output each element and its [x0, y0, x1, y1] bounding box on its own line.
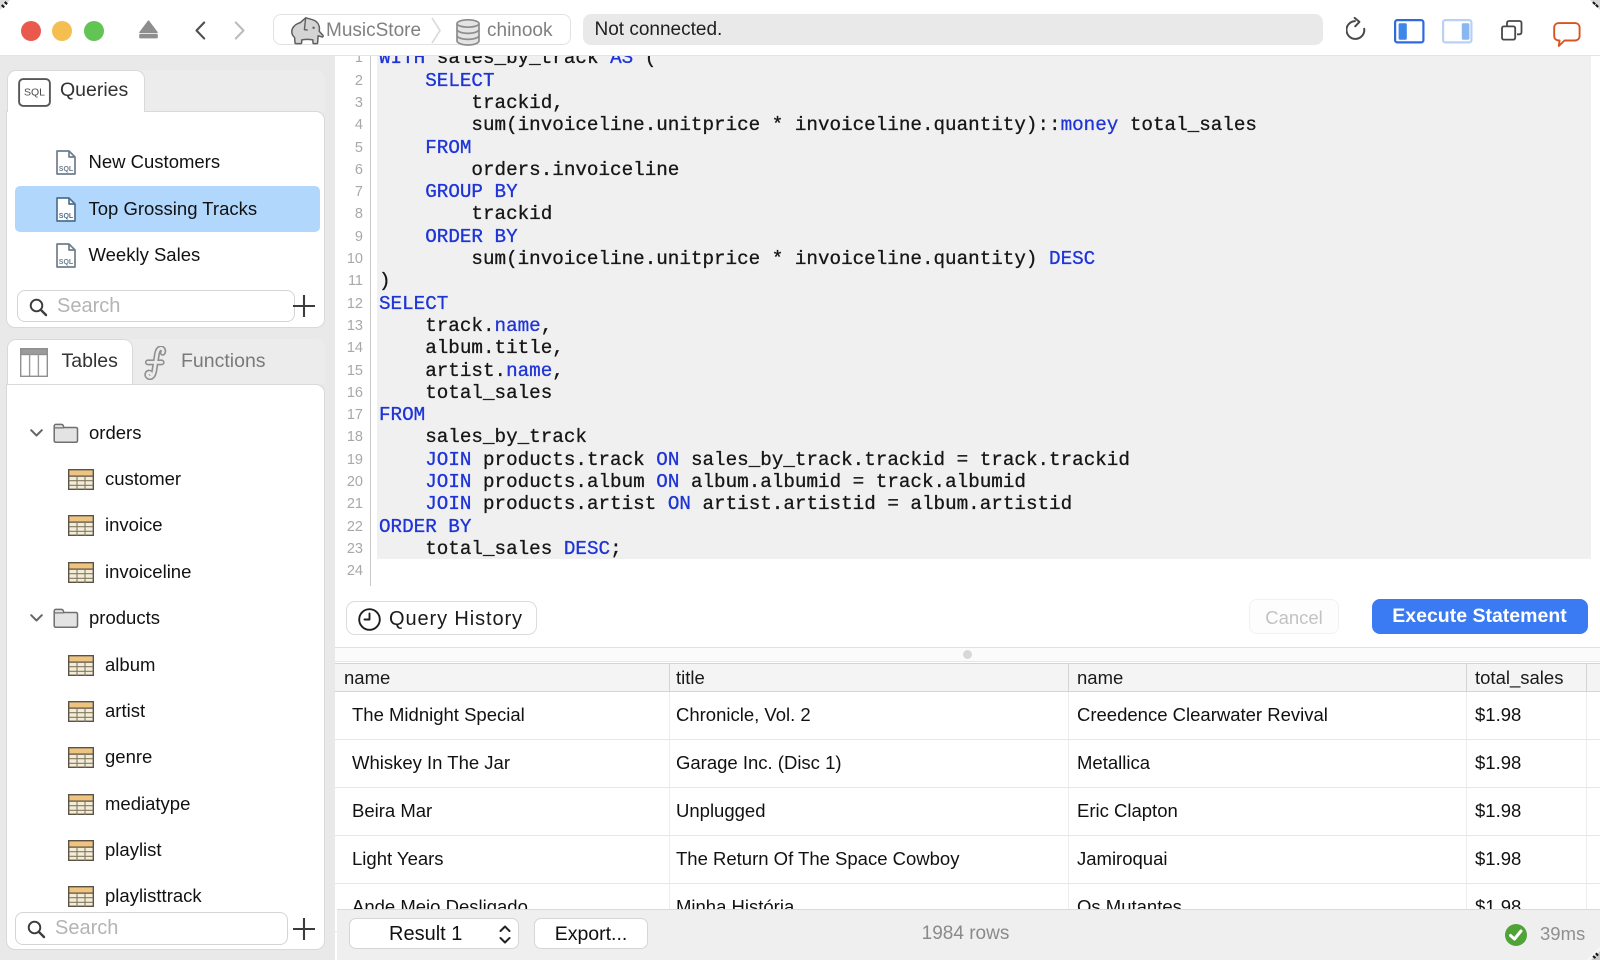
svg-text:SQL: SQL [24, 87, 45, 99]
svg-text:SQL: SQL [59, 166, 74, 173]
svg-text:SQL: SQL [59, 213, 74, 220]
svg-text:SQL: SQL [59, 259, 74, 266]
